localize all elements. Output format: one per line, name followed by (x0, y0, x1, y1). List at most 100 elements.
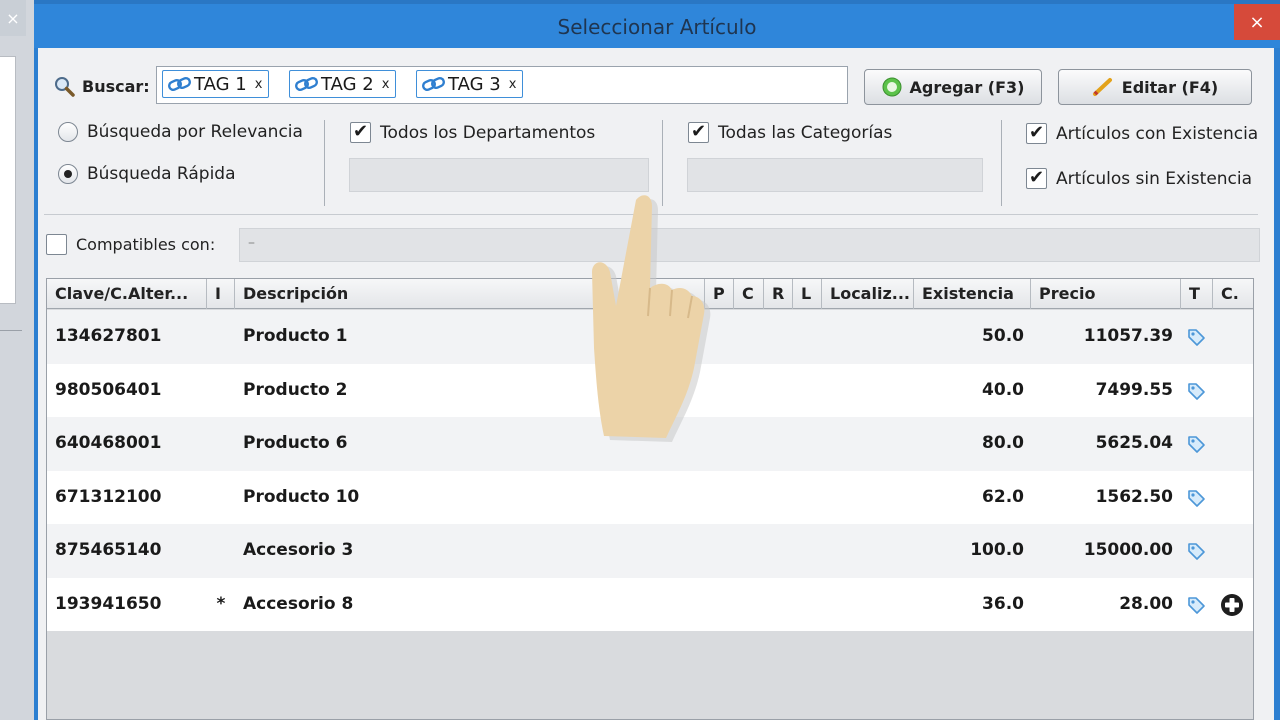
add-button[interactable]: Agregar (F3) (864, 69, 1042, 105)
select-article-dialog: Seleccionar Artículo × Buscar: TAG 1 x T… (34, 0, 1280, 720)
plus-circle-icon (882, 77, 902, 97)
remove-tag-button[interactable]: x (255, 77, 263, 92)
column-header-clave[interactable]: Clave/C.Alter... (47, 279, 207, 309)
cell-precio: 1562.50 (1095, 486, 1173, 507)
cell-i (207, 364, 235, 418)
dialog-title: Seleccionar Artículo (557, 15, 757, 39)
cell-clave: 671312100 (55, 486, 162, 507)
link-icon (421, 74, 447, 94)
column-header-r[interactable]: R (764, 279, 793, 309)
cell-clave: 134627801 (55, 326, 162, 346)
search-tag[interactable]: TAG 2 x (289, 70, 397, 98)
with-stock-option[interactable]: Artículos con Existencia (1026, 122, 1259, 144)
all-categories-checkbox[interactable] (688, 121, 709, 143)
table-row[interactable]: 875465140 Accesorio 3 100.0 15000.00 (47, 524, 1253, 578)
column-header-l[interactable]: L (793, 279, 822, 309)
cell-clave: 980506401 (55, 379, 162, 400)
cell-existencia: 36.0 (982, 593, 1024, 614)
pencil-icon (1092, 77, 1114, 97)
search-tag-input[interactable]: TAG 1 x TAG 2 x TAG 3 x (156, 66, 848, 104)
relevance-radio[interactable] (58, 122, 78, 142)
background-window: × (0, 0, 34, 720)
all-departments-label: Todos los Departamentos (380, 122, 596, 143)
column-header-existencia[interactable]: Existencia (914, 279, 1031, 309)
column-header-c[interactable]: C (734, 279, 764, 309)
column-header-t[interactable]: T (1181, 279, 1213, 309)
table-row[interactable]: 193941650 * Accesorio 8 36.0 28.00 (47, 577, 1253, 631)
dialog-body: Buscar: TAG 1 x TAG 2 x TAG 3 x Agregar … (38, 48, 1274, 720)
pointing-hand-icon (592, 195, 711, 442)
edit-button-label: Editar (F4) (1121, 77, 1219, 97)
cell-existencia: 100.0 (970, 540, 1024, 560)
cell-precio: 7499.55 (1095, 379, 1173, 400)
column-header-localizacion[interactable]: Localiz... (822, 279, 914, 309)
compatibles-option[interactable]: Compatibles con: (46, 234, 215, 255)
column-header-precio[interactable]: Precio (1031, 279, 1181, 309)
relevance-search-option[interactable]: Búsqueda por Relevancia (58, 122, 303, 142)
cell-i (207, 524, 235, 578)
tag-icon[interactable] (1186, 595, 1206, 615)
background-panel (0, 56, 16, 304)
link-icon (294, 74, 320, 94)
cell-existencia: 80.0 (982, 433, 1024, 453)
tag-icon[interactable] (1186, 327, 1206, 347)
cell-clave: 875465140 (55, 540, 162, 560)
column-header-i[interactable]: I (207, 279, 235, 309)
fast-search-option[interactable]: Búsqueda Rápida (58, 164, 236, 184)
divider (324, 120, 325, 206)
tag-label: TAG 3 (448, 73, 501, 95)
tag-icon[interactable] (1186, 381, 1206, 401)
search-label: Buscar: (82, 76, 150, 96)
tag-label: TAG 1 (194, 73, 247, 95)
edit-button[interactable]: Editar (F4) (1058, 69, 1252, 105)
search-tag[interactable]: TAG 1 x (162, 70, 270, 98)
cell-existencia: 62.0 (982, 486, 1024, 507)
cell-clave: 640468001 (55, 433, 162, 453)
all-categories-option[interactable]: Todas las Categorías (688, 121, 892, 143)
department-selector[interactable] (349, 158, 649, 192)
background-close-button[interactable]: × (0, 0, 26, 36)
search-icon (54, 76, 75, 97)
cell-existencia: 50.0 (982, 326, 1024, 346)
tag-label: TAG 2 (321, 73, 374, 95)
title-bar[interactable]: Seleccionar Artículo × (34, 0, 1280, 48)
remove-tag-button[interactable]: x (382, 77, 390, 92)
close-button[interactable]: × (1234, 4, 1280, 40)
cell-i (207, 417, 235, 471)
cell-descripcion: Accesorio 3 (243, 540, 354, 560)
cell-precio: 15000.00 (1083, 540, 1173, 560)
fast-search-radio[interactable] (58, 164, 78, 184)
with-stock-label: Artículos con Existencia (1056, 123, 1259, 144)
tag-icon[interactable] (1186, 488, 1206, 508)
category-selector[interactable] (687, 158, 983, 192)
fast-search-label: Búsqueda Rápida (87, 164, 236, 184)
compatibles-field[interactable]: – (239, 228, 1260, 262)
remove-tag-button[interactable]: x (509, 77, 517, 92)
cell-i (207, 310, 235, 364)
cell-descripcion: Accesorio 8 (243, 593, 354, 614)
tag-icon[interactable] (1186, 541, 1206, 561)
column-header-c2[interactable]: C. (1213, 279, 1253, 309)
background-divider (0, 330, 22, 350)
search-tag[interactable]: TAG 3 x (416, 70, 524, 98)
with-stock-checkbox[interactable] (1026, 122, 1047, 144)
plus-circle-icon[interactable] (1220, 593, 1244, 617)
cell-precio: 11057.39 (1083, 326, 1173, 346)
divider (1001, 120, 1002, 206)
without-stock-option[interactable]: Artículos sin Existencia (1026, 167, 1253, 189)
all-departments-option[interactable]: Todos los Departamentos (350, 121, 596, 143)
without-stock-checkbox[interactable] (1026, 167, 1047, 189)
cell-precio: 28.00 (1119, 593, 1173, 614)
all-departments-checkbox[interactable] (350, 121, 371, 143)
without-stock-label: Artículos sin Existencia (1056, 168, 1253, 189)
tag-icon[interactable] (1186, 434, 1206, 454)
cell-precio: 5625.04 (1095, 433, 1173, 453)
compatibles-label: Compatibles con: (76, 235, 216, 254)
link-icon (167, 74, 193, 94)
table-row[interactable]: 671312100 Producto 10 62.0 1562.50 (47, 470, 1253, 524)
compatibles-checkbox[interactable] (46, 234, 67, 255)
cell-descripcion: Producto 10 (243, 486, 360, 507)
cell-i: * (216, 593, 226, 614)
search-row: Buscar: (54, 68, 150, 104)
cell-existencia: 40.0 (982, 379, 1024, 400)
